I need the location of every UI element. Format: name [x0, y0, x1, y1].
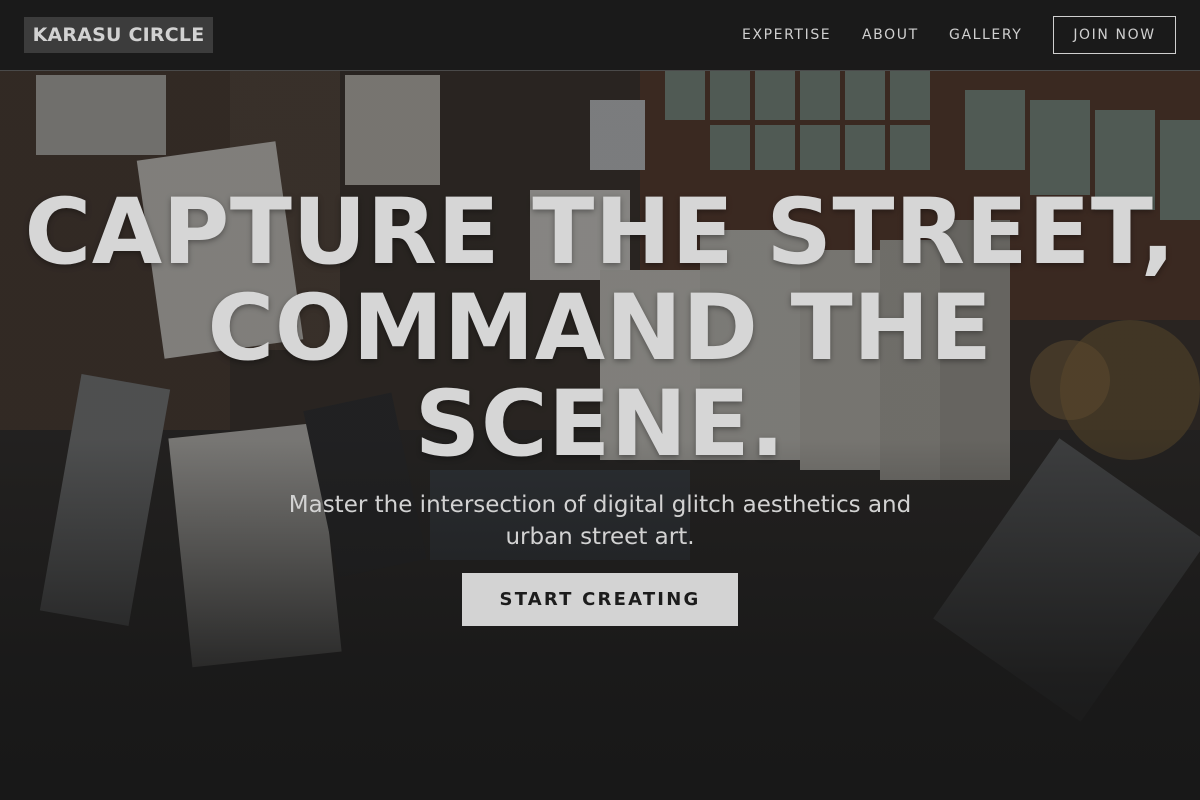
start-creating-button[interactable]: START CREATING	[462, 573, 738, 626]
hero-title-line: CAPTURE THE STREET,	[24, 180, 1176, 285]
join-now-button[interactable]: JOIN NOW	[1053, 16, 1176, 54]
hero-title: CAPTURE THE STREET, COMMAND THE SCENE.	[0, 185, 1200, 473]
hero-title-line: COMMAND THE	[207, 276, 993, 381]
nav-link-gallery[interactable]: GALLERY	[949, 25, 1022, 45]
hero-subtitle: Master the intersection of digital glitc…	[288, 492, 912, 550]
nav-link-about[interactable]: ABOUT	[862, 25, 919, 45]
navbar: KARASU CIRCLE EXPERTISE ABOUT GALLERY JO…	[0, 0, 1200, 71]
nav-link-expertise[interactable]: EXPERTISE	[742, 25, 831, 45]
hero-title-line: SCENE.	[414, 372, 786, 477]
brand-logo[interactable]: KARASU CIRCLE	[24, 17, 213, 53]
